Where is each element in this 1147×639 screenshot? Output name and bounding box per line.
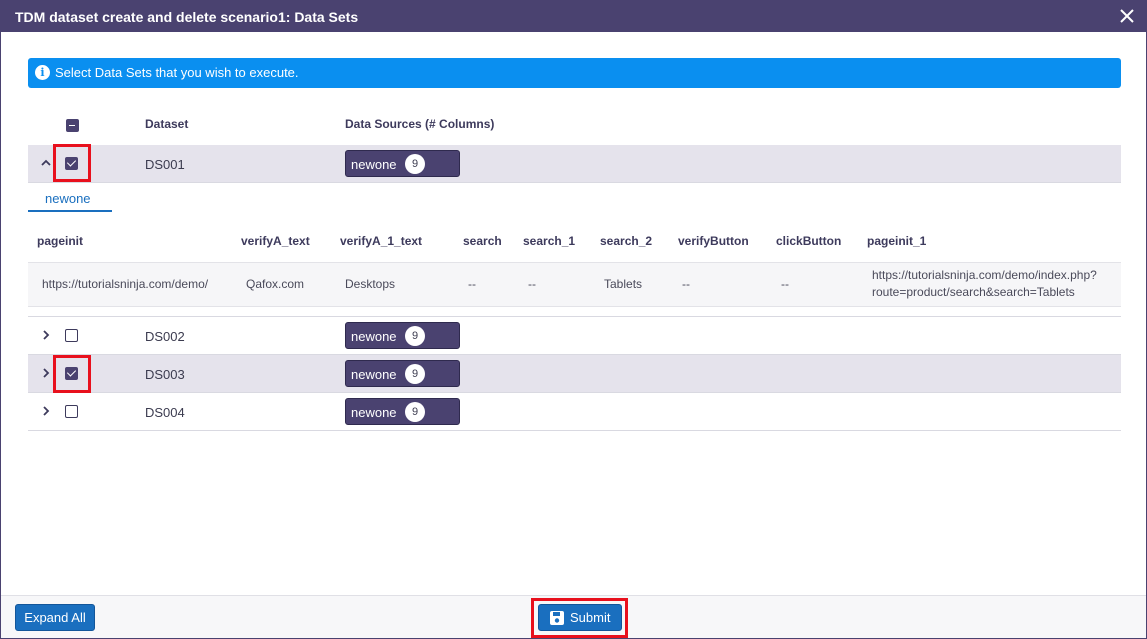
cell-pageinit: https://tutorialsninja.com/demo/ [42, 277, 209, 291]
select-all-checkbox[interactable] [66, 119, 79, 132]
cell-search: -- [468, 277, 476, 291]
column-header-verifya-1-text: verifyA_1_text [340, 234, 423, 248]
column-header-pageinit: pageinit [37, 234, 84, 248]
dataset-column-header: Dataset [145, 117, 189, 131]
column-count-badge: 9 [405, 364, 425, 384]
cell-verifybutton: -- [682, 277, 690, 291]
column-header-verifybutton: verifyButton [678, 234, 749, 248]
highlight-box [53, 144, 91, 182]
info-banner: i Select Data Sets that you wish to exec… [28, 58, 1121, 88]
column-count-badge: 9 [405, 402, 425, 422]
dataset-name: DS002 [145, 329, 185, 344]
datasets-dialog: TDM dataset create and delete scenario1:… [0, 0, 1147, 639]
dialog-titlebar: TDM dataset create and delete scenario1:… [1, 1, 1146, 32]
data-source-name: newone [351, 405, 397, 420]
column-header-clickbutton: clickButton [776, 234, 842, 248]
cell-verifya-text: Qafox.com [246, 277, 305, 291]
dialog-title: TDM dataset create and delete scenario1:… [15, 9, 359, 25]
data-sources-column-header: Data Sources (# Columns) [345, 117, 495, 131]
column-count-badge: 9 [405, 326, 425, 346]
highlight-box [53, 355, 91, 393]
data-source-pill[interactable]: newone 9 [345, 322, 460, 349]
data-source-name: newone [351, 367, 397, 382]
info-icon: i [35, 65, 50, 80]
data-source-pill[interactable]: newone 9 [345, 150, 460, 177]
chevron-up-icon[interactable] [40, 157, 52, 169]
cell-clickbutton: -- [781, 277, 789, 291]
cell-pageinit-1-line2: route=product/search&search=Tablets [872, 285, 1075, 299]
column-header-search-1: search_1 [523, 234, 576, 248]
dataset-row-ds004[interactable]: DS004 newone 9 [28, 393, 1121, 431]
column-header-search: search [463, 234, 502, 248]
column-count-badge: 9 [405, 154, 425, 174]
expand-all-button[interactable]: Expand All [15, 604, 95, 631]
cell-search-1: -- [528, 277, 536, 291]
dataset-name: DS004 [145, 405, 185, 420]
column-header-verifya-text: verifyA_text [241, 234, 310, 248]
data-source-pill[interactable]: newone 9 [345, 360, 460, 387]
dataset-name: DS001 [145, 157, 185, 172]
tab-label: newone [45, 191, 91, 206]
cell-pageinit-1: https://tutorialsninja.com/demo/index.ph… [872, 267, 1097, 301]
close-icon[interactable] [1118, 7, 1136, 25]
cell-search-2: Tablets [604, 277, 643, 291]
data-source-name: newone [351, 329, 397, 344]
chevron-right-icon[interactable] [40, 405, 52, 417]
dataset-row-ds002[interactable]: DS002 newone 9 [28, 317, 1121, 355]
dataset-name: DS003 [145, 367, 185, 382]
column-header-search-2: search_2 [600, 234, 653, 248]
dataset-row-ds001[interactable]: DS001 newone 9 [28, 145, 1121, 183]
chevron-right-icon[interactable] [40, 329, 52, 341]
cell-verifya-1-text: Desktops [345, 277, 396, 291]
column-header-pageinit-1: pageinit_1 [867, 234, 927, 248]
chevron-right-icon[interactable] [40, 367, 52, 379]
cell-pageinit-1-line1: https://tutorialsninja.com/demo/index.ph… [872, 268, 1097, 282]
info-message: Select Data Sets that you wish to execut… [55, 65, 299, 80]
data-source-pill[interactable]: newone 9 [345, 398, 460, 425]
highlight-box [531, 598, 628, 638]
dataset-row-ds003[interactable]: DS003 newone 9 [28, 355, 1121, 393]
dataset-checkbox-ds004[interactable] [65, 405, 78, 418]
tab-newone[interactable]: newone [28, 184, 112, 212]
data-source-name: newone [351, 157, 397, 172]
dataset-checkbox-ds002[interactable] [65, 329, 78, 342]
